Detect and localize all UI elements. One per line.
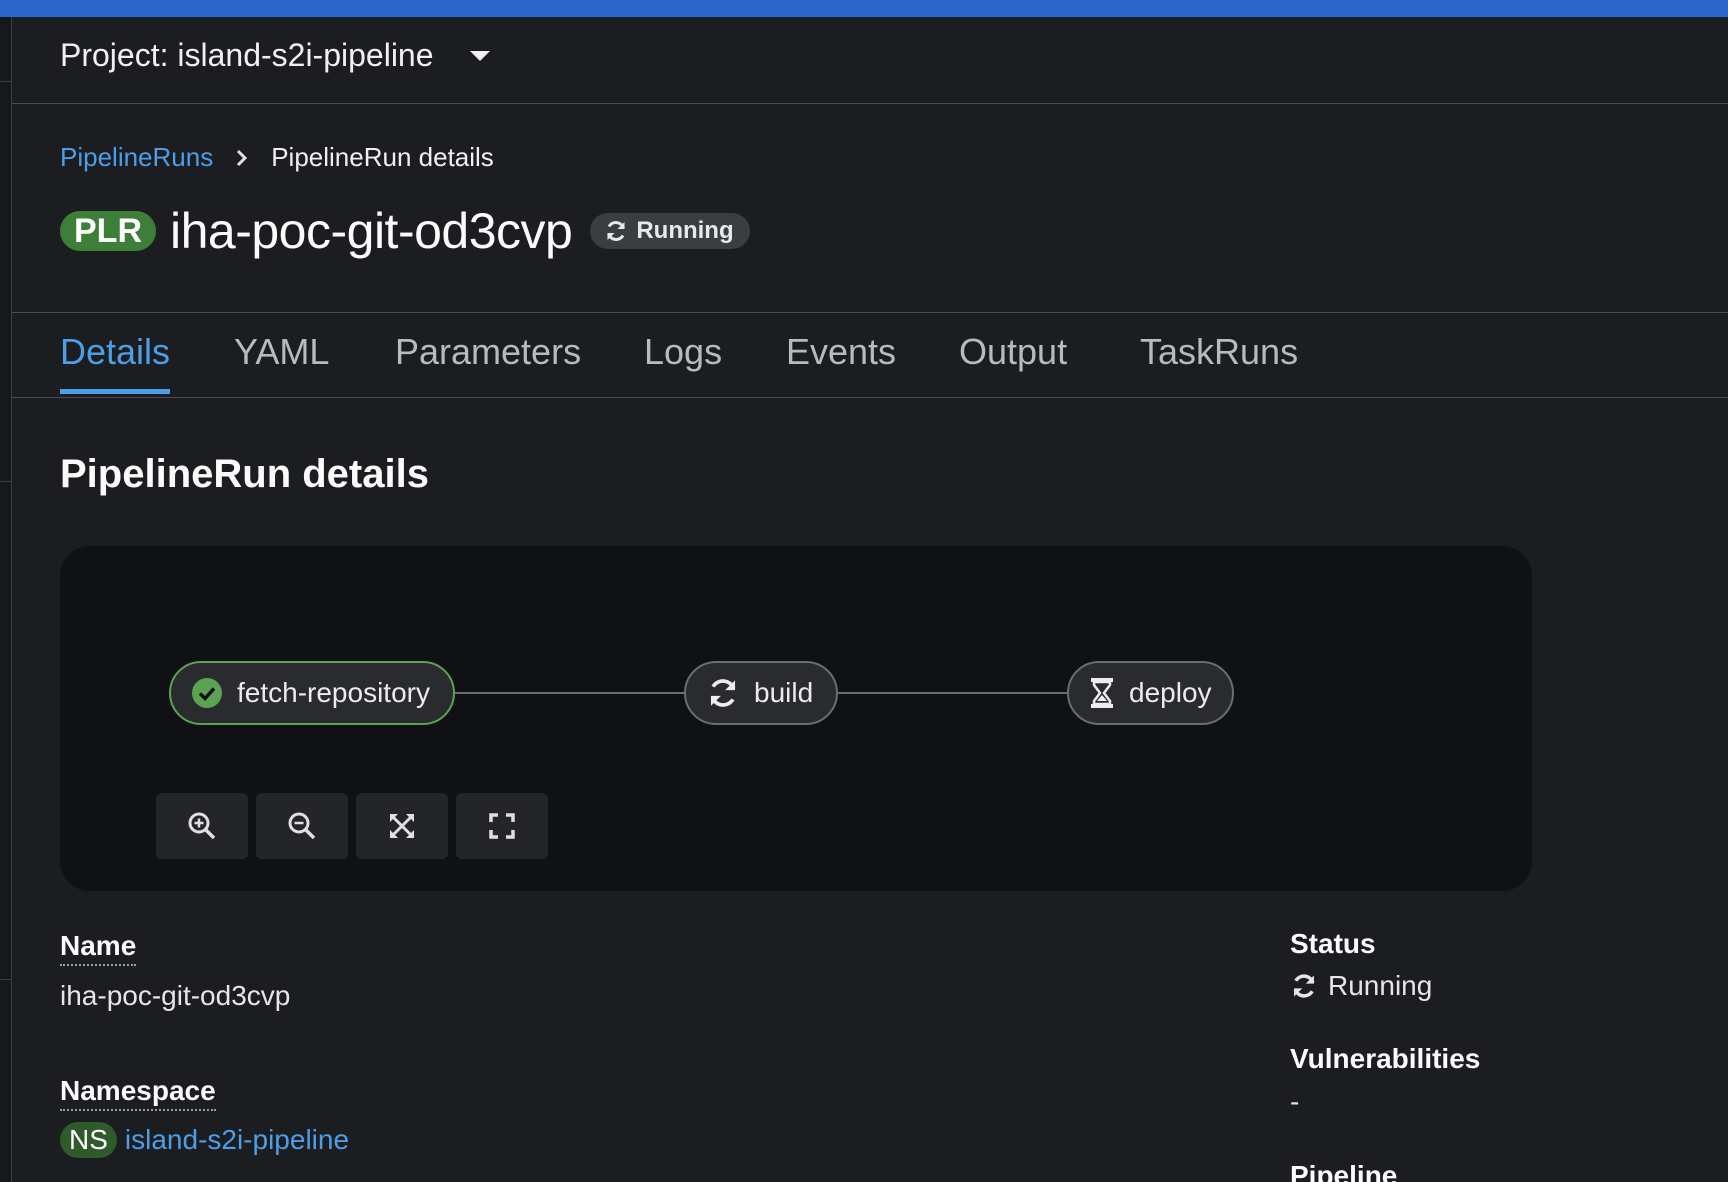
namespace-value: NS island-s2i-pipeline	[60, 1122, 349, 1158]
resource-badge: PLR	[60, 211, 156, 251]
vulnerabilities-value: -	[1290, 1086, 1300, 1117]
sync-icon	[706, 676, 740, 710]
sidebar-divider	[0, 481, 11, 482]
project-bar: Project: island-s2i-pipeline	[12, 17, 1728, 104]
tab-events[interactable]: Events	[786, 331, 896, 373]
status-badge: Running	[590, 213, 750, 249]
top-banner	[0, 0, 1728, 17]
pipeline-task-fetch-repository[interactable]: fetch-repository	[169, 661, 455, 725]
status-badge-label: Running	[636, 217, 734, 244]
pipeline-task-build[interactable]: build	[684, 661, 838, 725]
breadcrumb-current: PipelineRun details	[271, 142, 494, 172]
name-value: iha-poc-git-od3cvp	[60, 980, 291, 1011]
zoom-in-button[interactable]	[156, 793, 248, 859]
tab-output[interactable]: Output	[959, 331, 1067, 373]
status-label: Status	[1290, 928, 1376, 959]
fit-to-screen-button[interactable]	[356, 793, 448, 859]
check-circle-icon	[191, 677, 223, 709]
zoom-out-button[interactable]	[256, 793, 348, 859]
tab-bar: Details YAML Parameters Logs Events Outp…	[12, 312, 1728, 398]
name-label: Name	[60, 930, 137, 966]
sidebar-divider	[0, 979, 11, 980]
tab-taskruns[interactable]: TaskRuns	[1140, 331, 1298, 373]
pipeline-topology-graph: fetch-repository build deploy	[60, 546, 1532, 891]
tab-logs[interactable]: Logs	[644, 331, 722, 373]
caret-down-icon	[469, 50, 490, 61]
reset-view-button[interactable]	[456, 793, 548, 859]
zoom-in-icon	[188, 812, 216, 840]
vulnerabilities-label: Vulnerabilities	[1290, 1043, 1481, 1074]
sidebar-edge	[0, 17, 12, 1182]
breadcrumb-link-pipelineruns[interactable]: PipelineRuns	[60, 142, 213, 173]
namespace-badge: NS	[60, 1122, 117, 1158]
pipeline-task-deploy[interactable]: deploy	[1067, 661, 1234, 725]
tab-details[interactable]: Details	[60, 331, 170, 373]
section-title: PipelineRun details	[60, 452, 429, 496]
zoom-out-icon	[288, 812, 316, 840]
sync-icon	[607, 221, 626, 241]
breadcrumb: PipelineRuns PipelineRun details	[60, 142, 494, 173]
pipeline-label: Pipeline	[1290, 1160, 1398, 1182]
page-title: iha-poc-git-od3cvp	[170, 203, 573, 259]
hourglass-icon	[1089, 677, 1115, 709]
sidebar-divider	[0, 81, 11, 82]
namespace-label: Namespace	[60, 1075, 216, 1111]
sync-icon	[1293, 974, 1315, 998]
task-label: fetch-repository	[237, 677, 430, 708]
tab-parameters[interactable]: Parameters	[395, 331, 581, 373]
project-selector[interactable]: Project: island-s2i-pipeline	[60, 37, 490, 74]
chevron-right-icon	[235, 149, 248, 167]
active-tab-indicator	[60, 389, 170, 394]
status-value: Running	[1290, 970, 1432, 1002]
expand-arrows-icon	[390, 814, 414, 838]
pipelinerun-details-page: Project: island-s2i-pipeline PipelineRun…	[0, 0, 1728, 1182]
task-label: build	[754, 677, 814, 708]
namespace-link[interactable]: island-s2i-pipeline	[125, 1124, 349, 1156]
task-label: deploy	[1129, 677, 1212, 708]
tab-yaml[interactable]: YAML	[234, 331, 329, 373]
status-value-label: Running	[1328, 970, 1433, 1001]
project-selector-label: Project: island-s2i-pipeline	[60, 37, 434, 73]
page-title-row: PLR iha-poc-git-od3cvp Running	[60, 202, 750, 260]
fullscreen-icon	[489, 813, 515, 839]
